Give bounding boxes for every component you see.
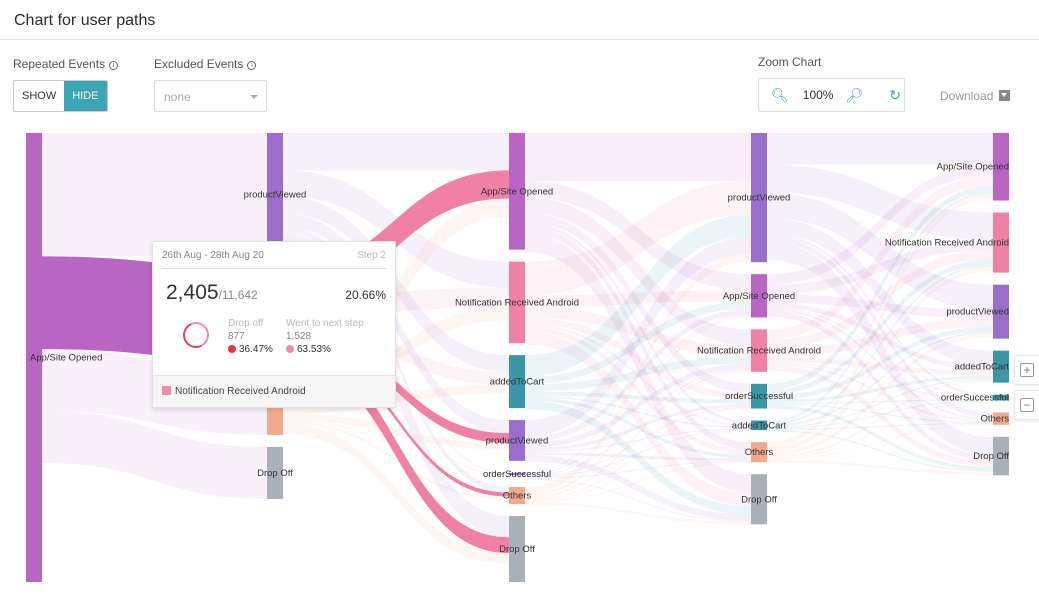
node-label: productViewed <box>244 190 307 201</box>
excluded-events-text: Excluded Events <box>154 57 244 71</box>
drop-off-count: 877 <box>228 331 245 342</box>
chevron-down-icon <box>250 95 258 99</box>
tooltip-next-step: Went to next step 1,528 63.53% <box>286 318 364 355</box>
node-label: Others <box>503 491 532 502</box>
node-label: orderSuccessful <box>483 469 551 480</box>
tooltip-date-range: 26th Aug - 28th Aug 20 <box>162 249 264 261</box>
repeated-events-label: Repeated Events i <box>13 57 119 71</box>
node-label: App/Site Opened <box>937 162 1009 173</box>
zoom-level: 100% <box>802 88 834 102</box>
next-step-count: 1,528 <box>286 331 312 342</box>
reset-zoom-icon[interactable]: ↻ <box>889 87 901 104</box>
node-label: Notification Received Android <box>697 346 821 357</box>
repeated-events-toggle: SHOW HIDE <box>13 80 108 112</box>
node-label: productViewed <box>486 435 549 446</box>
hide-button[interactable]: HIDE <box>64 81 107 111</box>
repeated-events-text: Repeated Events <box>13 57 106 71</box>
node-label: productViewed <box>946 307 1009 318</box>
node-label: orderSuccessful <box>941 393 1009 404</box>
zoom-out-icon[interactable]: 🔍︎ <box>771 87 789 104</box>
show-button[interactable]: SHOW <box>14 81 65 111</box>
node-label: Drop Off <box>499 544 535 555</box>
link-flow[interactable] <box>525 133 751 182</box>
excluded-events-select[interactable]: none <box>154 80 267 112</box>
info-icon[interactable]: i <box>109 61 119 70</box>
download-icon <box>999 90 1011 101</box>
excluded-events-value: none <box>164 90 191 104</box>
node-label: App/Site Opened <box>723 291 795 302</box>
node-label: addedToCart <box>732 420 787 431</box>
tooltip-total: /11,642 <box>218 288 258 302</box>
tooltip-percent: 20.66% <box>345 288 386 302</box>
link-flow[interactable] <box>283 133 509 171</box>
next-step-dot-icon <box>286 345 294 353</box>
node-label: Drop Off <box>741 494 777 505</box>
zoom-controls: 🔍︎ 100% 🔎︎ ↻ <box>758 78 905 112</box>
drop-off-pct: 36.47% <box>239 344 273 355</box>
side-zoom-in-button[interactable]: + <box>1014 355 1039 385</box>
tooltip-header: 26th Aug - 28th Aug 20 Step 2 <box>162 242 386 269</box>
node-label: Notification Received Android <box>885 238 1009 249</box>
node-label: Drop Off <box>257 468 293 479</box>
excluded-events-label: Excluded Events i <box>154 57 257 71</box>
header: Chart for user paths <box>0 0 1039 40</box>
drop-off-dot-icon <box>228 345 236 353</box>
download-button[interactable]: Download <box>940 89 1011 103</box>
tooltip-step: Step 2 <box>357 249 386 261</box>
minus-icon: − <box>1020 398 1034 412</box>
node-label: productViewed <box>728 193 791 204</box>
node-label: App/Site Opened <box>30 353 102 364</box>
page-title: Chart for user paths <box>14 12 156 29</box>
download-label: Download <box>940 89 994 103</box>
info-icon[interactable]: i <box>247 61 257 70</box>
tooltip-footer: Notification Received Android <box>153 375 395 407</box>
drop-off-label: Drop off <box>228 318 264 329</box>
plus-icon: + <box>1020 363 1034 377</box>
node-tooltip: 26th Aug - 28th Aug 20 Step 2 2,405/11,6… <box>152 241 396 408</box>
node-label: Notification Received Android <box>455 297 579 308</box>
zoom-in-icon[interactable]: 🔎︎ <box>845 87 863 104</box>
node-label: App/Site Opened <box>481 186 553 197</box>
next-step-label: Went to next step <box>286 318 364 329</box>
tooltip-event-name: Notification Received Android <box>175 386 306 397</box>
link-flow[interactable] <box>767 133 993 165</box>
tooltip-drop-off: Drop off 877 36.47% <box>228 318 273 355</box>
side-zoom-out-button[interactable]: − <box>1014 390 1039 420</box>
next-step-pct: 63.53% <box>297 344 331 355</box>
node-label: Others <box>745 447 774 458</box>
node-label: addedToCart <box>955 362 1010 373</box>
legend-swatch-icon <box>162 386 171 395</box>
node-label: orderSuccessful <box>725 391 793 402</box>
link-step1-step2[interactable] <box>42 133 267 257</box>
node-label: Drop Off <box>973 451 1009 462</box>
tooltip-count: 2,405/11,642 <box>166 281 258 305</box>
zoom-chart-label: Zoom Chart <box>758 55 822 69</box>
link-flow[interactable] <box>767 423 993 430</box>
node-label: Others <box>980 414 1009 425</box>
tooltip-count-value: 2,405 <box>166 281 219 304</box>
dropoff-ring-icon <box>179 318 213 352</box>
node-label: addedToCart <box>490 377 545 388</box>
